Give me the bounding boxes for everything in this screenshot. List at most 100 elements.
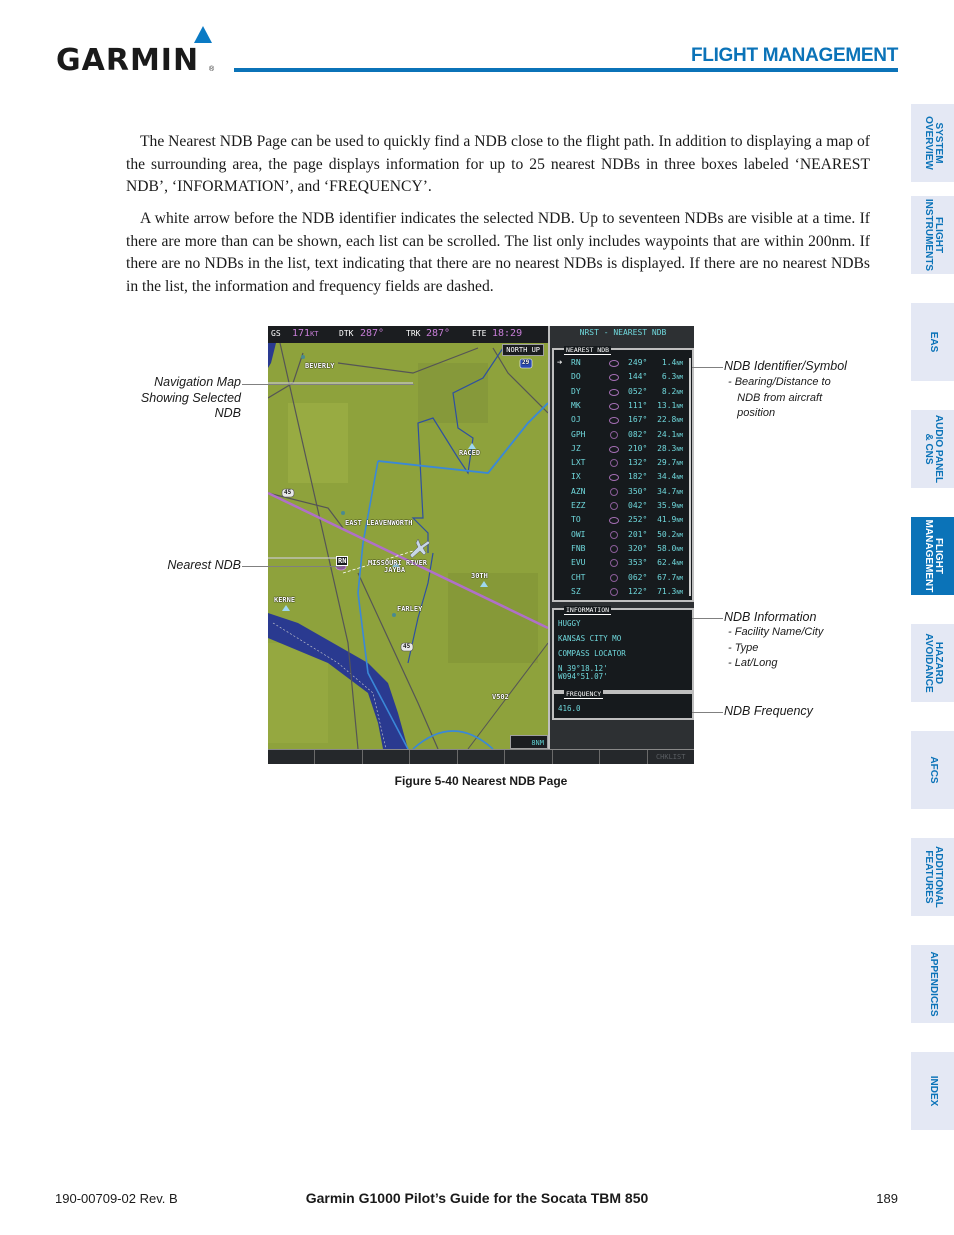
garmin-logo: GARMIN ® bbox=[56, 26, 221, 76]
ndb-row[interactable]: AZN 350° 34.7NM bbox=[554, 485, 688, 499]
tab-appendices[interactable]: APPENDICES bbox=[911, 945, 954, 1023]
highway-number: 45 bbox=[284, 489, 292, 496]
ndb-distance: 24.1NM bbox=[657, 429, 683, 439]
ndb-row[interactable]: JZ 210° 28.3NM bbox=[554, 442, 688, 456]
ndb-distance: 1.4NM bbox=[661, 358, 683, 367]
frequency-box: FREQUENCY 416.0 bbox=[552, 690, 694, 720]
ndb-distance: 8.2NM bbox=[661, 386, 683, 396]
header-rule bbox=[234, 68, 898, 72]
ndb-bearing: 350° bbox=[628, 486, 648, 496]
box-title: FREQUENCY bbox=[564, 690, 604, 699]
compass-locator-icon bbox=[610, 502, 618, 510]
compass-locator-icon bbox=[610, 559, 618, 568]
ndb-row[interactable]: OWI 201° 50.2NM bbox=[554, 528, 688, 542]
list-scrollbar[interactable] bbox=[689, 358, 691, 596]
longitude: W094°51.07' bbox=[558, 672, 608, 681]
callout-ndb-frequency: NDB Frequency bbox=[724, 704, 813, 718]
map-label: 30TH bbox=[471, 572, 488, 580]
tab-additional-features[interactable]: ADDITIONAL FEATURES bbox=[911, 838, 954, 916]
frequency-value[interactable]: 416.0 bbox=[558, 704, 581, 713]
callout-nearest-ndb: Nearest NDB bbox=[167, 558, 241, 572]
ndb-identifier: GPH bbox=[571, 429, 586, 439]
callout-leader bbox=[692, 618, 723, 619]
ete-value: 18:29 bbox=[492, 328, 523, 339]
nearest-ndb-panel: NRST - NEAREST NDB NEAREST NDB ➔ RN 249° 1.… bbox=[548, 326, 694, 749]
ndb-row[interactable]: ➔ RN 249° 1.4NM bbox=[554, 356, 688, 370]
ndb-distance: 13.1NM bbox=[657, 400, 683, 410]
ndb-distance: 34.7NM bbox=[657, 486, 683, 496]
softkey-6[interactable] bbox=[505, 750, 553, 764]
ndb-row[interactable]: LXT 132° 29.7NM bbox=[554, 456, 688, 470]
softkey-2[interactable] bbox=[315, 750, 363, 764]
tab-flight-instruments[interactable]: FLIGHT INSTRUMENTS bbox=[911, 196, 954, 274]
ndb-row[interactable]: MK 111° 13.1NM bbox=[554, 399, 688, 413]
softkey-5[interactable] bbox=[458, 750, 506, 764]
compass-locator-icon bbox=[610, 573, 618, 582]
ndb-row[interactable]: EVU 353° 62.4NM bbox=[554, 556, 688, 570]
tab-label: ADDITIONAL FEATURES bbox=[922, 846, 944, 908]
ndb-row[interactable]: GPH 082° 24.1NM bbox=[554, 428, 688, 442]
tab-system-overview[interactable]: SYSTEM OVERVIEW bbox=[911, 104, 954, 182]
softkey-4[interactable] bbox=[410, 750, 458, 764]
ndb-identifier: IX bbox=[571, 472, 581, 482]
ndb-bearing: 320° bbox=[628, 543, 648, 553]
ndb-row[interactable]: DY 052° 8.2NM bbox=[554, 385, 688, 399]
tab-audio-panel-cns[interactable]: AUDIO PANEL & CNS bbox=[911, 410, 954, 488]
ete-label: ETE bbox=[472, 329, 487, 338]
map-orientation[interactable]: NORTH UP bbox=[502, 344, 544, 356]
box-title: INFORMATION bbox=[564, 606, 612, 615]
gs-value: 171KT bbox=[292, 328, 319, 339]
softkey-3[interactable] bbox=[363, 750, 411, 764]
ndb-row[interactable]: FNB 320° 58.0NM bbox=[554, 542, 688, 556]
tab-eas[interactable]: EAS bbox=[911, 303, 954, 381]
ndb-distance: 71.3NM bbox=[657, 586, 683, 596]
ndb-identifier: SZ bbox=[571, 586, 581, 596]
navigation-map[interactable]: NORTH UP BEVERLY RACED EAST LEAVENWORTH … bbox=[268, 343, 548, 749]
tab-flight-management[interactable]: FLIGHT MANAGEMENT bbox=[911, 517, 954, 595]
softkey-7[interactable] bbox=[553, 750, 601, 764]
ndb-row[interactable]: DO 144° 6.3NM bbox=[554, 370, 688, 384]
figure-caption: Figure 5-40 Nearest NDB Page bbox=[394, 774, 568, 788]
facility-city: KANSAS CITY MO bbox=[558, 634, 622, 643]
ndb-distance: 34.4NM bbox=[657, 472, 683, 482]
callout-ndb-information-detail: - Facility Name/City - Type - Lat/Long bbox=[728, 626, 824, 669]
ndb-icon bbox=[609, 388, 619, 396]
softkey-chklist[interactable]: CHKLIST bbox=[648, 750, 694, 764]
ndb-icon bbox=[609, 474, 619, 482]
ndb-row[interactable]: SZ 122° 71.3NM bbox=[554, 585, 688, 599]
town-dot bbox=[341, 511, 345, 515]
ndb-identifier: DO bbox=[571, 372, 581, 382]
tab-index[interactable]: INDEX bbox=[911, 1052, 954, 1130]
ndb-identifier: TO bbox=[571, 515, 581, 525]
compass-locator-icon bbox=[610, 587, 618, 596]
tab-label: AFCS bbox=[927, 756, 939, 784]
tab-label: SYSTEM OVERVIEW bbox=[922, 116, 944, 170]
box-title: NEAREST NDB bbox=[564, 346, 612, 355]
softkey-1[interactable] bbox=[268, 750, 316, 764]
ndb-distance: 58.0NM bbox=[657, 543, 683, 553]
softkey-8[interactable] bbox=[600, 750, 648, 764]
ndb-identifier: OJ bbox=[571, 415, 581, 425]
ndb-row[interactable]: IX 182° 34.4NM bbox=[554, 470, 688, 484]
ndb-row[interactable]: TO 252° 41.9NM bbox=[554, 513, 688, 527]
tab-label: INDEX bbox=[927, 1075, 939, 1107]
ndb-row[interactable]: OJ 167° 22.8NM bbox=[554, 413, 688, 427]
tab-afcs[interactable]: AFCS bbox=[911, 731, 954, 809]
dtk-label: DTK bbox=[339, 329, 354, 338]
tab-label: FLIGHT INSTRUMENTS bbox=[922, 198, 944, 272]
brand-name: GARMIN bbox=[56, 43, 200, 78]
ndb-row[interactable]: CHT 062° 67.7NM bbox=[554, 571, 688, 585]
map-label: JAYBA bbox=[384, 566, 406, 574]
ndb-row[interactable]: EZZ 042° 35.9NM bbox=[554, 499, 688, 513]
garmin-triangle-icon bbox=[194, 26, 212, 43]
callout-leader bbox=[242, 384, 414, 385]
ndb-bearing: 122° bbox=[628, 586, 648, 596]
tab-hazard-avoidance[interactable]: HAZARD AVOIDANCE bbox=[911, 624, 954, 702]
ndb-bearing: 111° bbox=[628, 400, 648, 410]
selected-arrow-icon: ➔ bbox=[557, 358, 563, 368]
callout-nav-map: Navigation Map Showing Selected NDB bbox=[140, 375, 241, 420]
softkey-bar: CHKLIST bbox=[268, 749, 694, 764]
map-range-scale[interactable]: 8NM bbox=[510, 735, 548, 749]
waypoint-icon bbox=[282, 605, 290, 611]
ndb-identifier: CHT bbox=[571, 572, 586, 582]
